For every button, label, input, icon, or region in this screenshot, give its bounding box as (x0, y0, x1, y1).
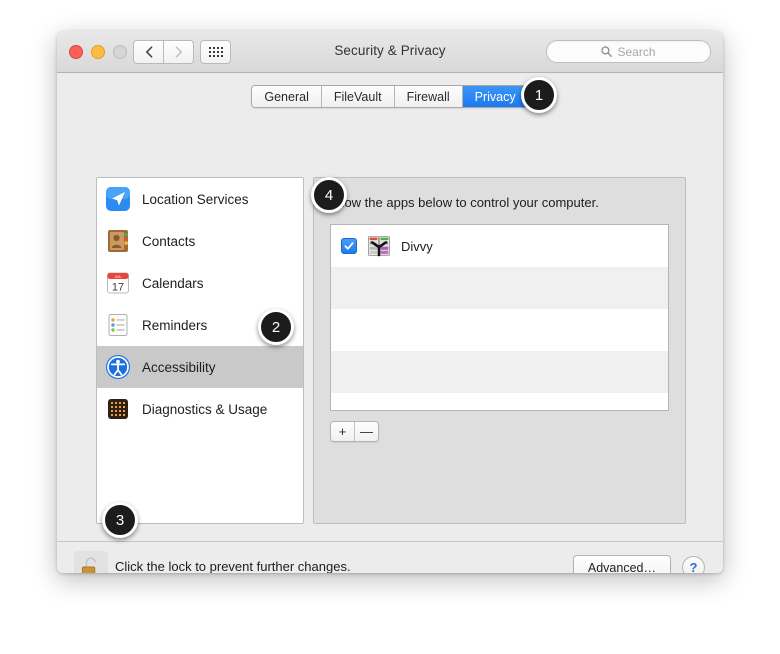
tab-bar: General FileVault Firewall Privacy (57, 85, 723, 108)
window-titlebar: Security & Privacy Search (57, 31, 723, 73)
sidebar-item-contacts[interactable]: Contacts (97, 220, 303, 262)
advanced-button[interactable]: Advanced… (572, 555, 671, 573)
search-icon (601, 46, 613, 57)
app-row-empty (331, 393, 668, 410)
sidebar-item-label: Reminders (142, 317, 208, 333)
reminders-list-icon (108, 314, 128, 336)
window-body: General FileVault Firewall Privacy Locat… (57, 73, 723, 573)
callout-badge-3: 3 (102, 502, 138, 538)
app-row-empty (331, 351, 668, 393)
svg-text:17: 17 (112, 282, 124, 294)
callout-badge-4: 4 (311, 177, 347, 213)
sidebar-item-diagnostics-usage[interactable]: Diagnostics & Usage (97, 388, 303, 430)
lock-hint-text: Click the lock to prevent further change… (115, 559, 351, 573)
remove-app-button[interactable]: — (355, 422, 378, 441)
calendar-icon: JUL 17 (107, 272, 129, 294)
app-row-empty (331, 267, 668, 309)
search-placeholder: Search (617, 44, 656, 59)
app-row-empty (331, 309, 668, 351)
privacy-category-list: Location Services Contacts JUL 17 Calend… (96, 177, 304, 524)
divvy-app-icon (368, 236, 390, 257)
search-input[interactable]: Search (546, 40, 711, 63)
sidebar-item-label: Accessibility (142, 359, 216, 375)
app-name: Divvy (401, 238, 433, 254)
add-remove-segmented-control: + — (330, 421, 379, 442)
sidebar-item-label: Calendars (142, 275, 204, 291)
location-arrow-icon (106, 187, 130, 211)
sidebar-item-accessibility[interactable]: Accessibility (97, 346, 303, 388)
privacy-detail-pane: Allow the apps below to control your com… (313, 177, 686, 524)
diagnostics-grid-icon (108, 399, 128, 419)
add-app-button[interactable]: + (331, 422, 355, 441)
sidebar-item-label: Contacts (142, 233, 196, 249)
tab-privacy[interactable]: Privacy (462, 86, 528, 107)
callout-badge-2: 2 (258, 309, 294, 345)
sidebar-item-label: Location Services (142, 191, 249, 207)
tab-firewall[interactable]: Firewall (394, 86, 463, 107)
accessibility-icon (106, 355, 130, 379)
sidebar-item-location-services[interactable]: Location Services (97, 178, 303, 220)
footer-divider (57, 541, 723, 542)
panes-container: Location Services Contacts JUL 17 Calend… (96, 177, 686, 524)
system-preferences-window: Security & Privacy Search General FileVa… (57, 31, 723, 573)
unlocked-padlock-icon (81, 557, 97, 573)
pane-caption: Allow the apps below to control your com… (330, 195, 599, 210)
allowed-apps-list: Divvy (330, 224, 669, 411)
sidebar-item-label: Diagnostics & Usage (142, 401, 268, 417)
app-divvy-checkbox[interactable] (341, 238, 357, 254)
svg-text:JUL: JUL (114, 274, 122, 279)
tab-general[interactable]: General (252, 86, 322, 107)
tab-filevault[interactable]: FileVault (321, 86, 395, 107)
sidebar-item-calendars[interactable]: JUL 17 Calendars (97, 262, 303, 304)
app-row-divvy[interactable]: Divvy (331, 225, 668, 267)
lock-button[interactable] (74, 551, 108, 573)
help-button[interactable]: ? (682, 556, 705, 573)
screenshot-stage: Security & Privacy Search General FileVa… (0, 0, 780, 654)
checkmark-icon (344, 242, 354, 250)
contacts-book-icon (108, 230, 128, 252)
callout-badge-1: 1 (521, 77, 557, 113)
